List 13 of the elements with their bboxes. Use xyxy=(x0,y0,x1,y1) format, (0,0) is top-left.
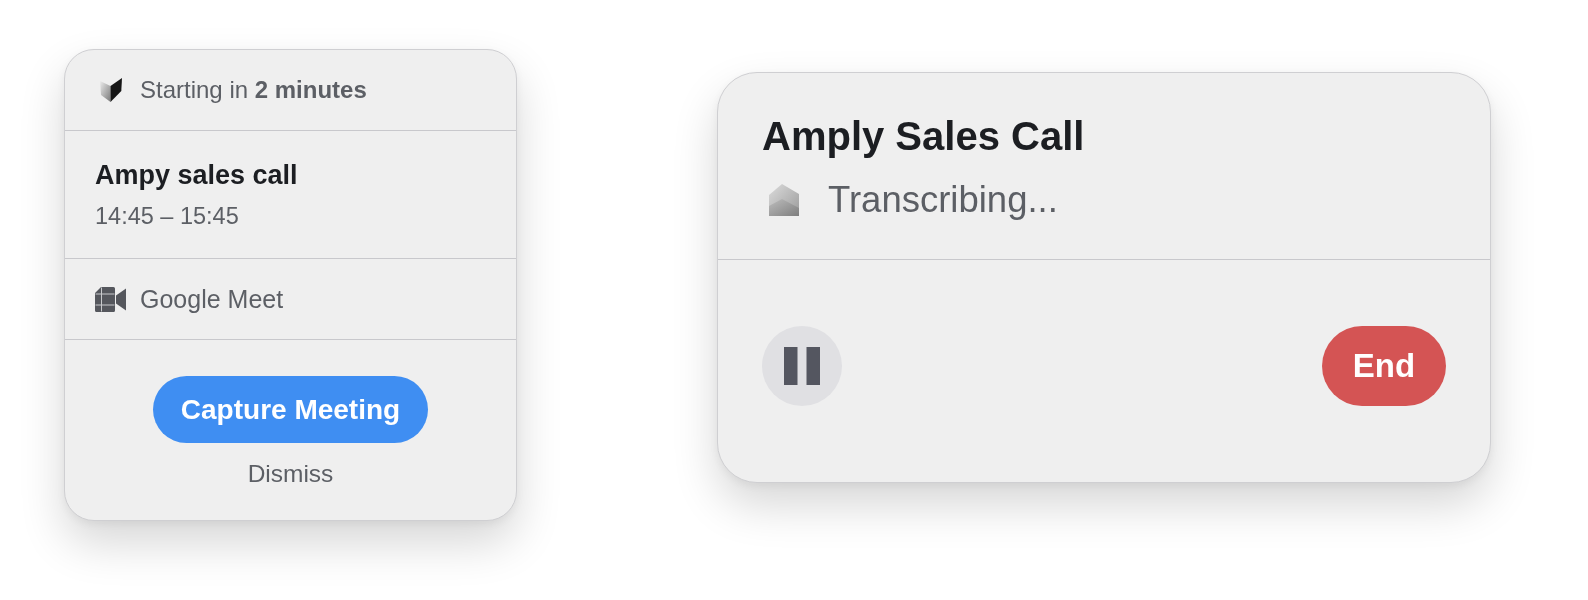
house-icon xyxy=(769,184,799,216)
meeting-title: Ampy sales call xyxy=(95,159,299,191)
start-time-notice: Starting in 2 minutes xyxy=(140,75,367,105)
cube-icon xyxy=(100,78,122,102)
platform-name: Google Meet xyxy=(140,284,284,314)
call-title: Amply Sales Call xyxy=(762,113,1086,159)
pause-icon xyxy=(784,347,820,385)
end-button[interactable]: End xyxy=(1322,326,1446,406)
video-camera-icon xyxy=(95,286,126,312)
capture-meeting-button[interactable]: Capture Meeting xyxy=(152,376,429,443)
meeting-time: 14:45 – 15:45 xyxy=(95,202,240,231)
transcription-status: Transcribing... xyxy=(828,179,1058,221)
dismiss-button[interactable]: Dismiss xyxy=(247,459,334,489)
